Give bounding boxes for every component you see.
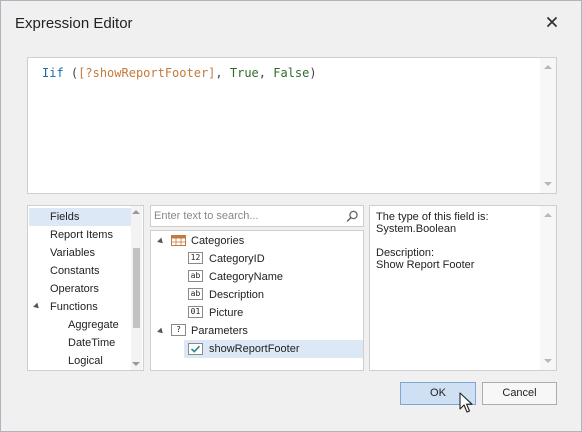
search-box: [150, 205, 364, 227]
search-icon[interactable]: [346, 210, 359, 223]
search-input[interactable]: [154, 208, 340, 224]
category-list: Fields Report Items Variables Constants …: [27, 205, 144, 371]
expression-code: Iif ([?showReportFooter], True, False): [42, 66, 317, 80]
description-text: The type of this field is: System.Boolea…: [376, 211, 489, 271]
string-type-icon: ab: [188, 288, 203, 300]
tree-node-categories[interactable]: Categories: [191, 232, 244, 250]
scroll-up-arrow-icon[interactable]: [544, 213, 552, 217]
token-true: True: [229, 66, 259, 80]
expression-editor-dialog: Expression Editor Iif ([?showReportFoote…: [0, 0, 582, 432]
category-list-scrollbar[interactable]: [131, 206, 142, 370]
token-comma: ,: [215, 66, 230, 80]
category-item-logical[interactable]: Logical: [29, 352, 103, 370]
token-open-paren: (: [63, 66, 79, 80]
category-item-datetime[interactable]: DateTime: [29, 334, 115, 352]
scroll-up-arrow-icon[interactable]: [132, 210, 140, 214]
category-item-aggregate[interactable]: Aggregate: [29, 316, 119, 334]
category-item-operators[interactable]: Operators: [29, 280, 99, 298]
integer-type-icon: 12: [188, 252, 203, 264]
field-tree: Categories 12 CategoryID ab CategoryName…: [150, 230, 364, 371]
scrollbar-thumb[interactable]: [133, 248, 140, 328]
tree-node-field[interactable]: Picture: [209, 304, 243, 322]
close-icon[interactable]: [543, 13, 561, 31]
tree-node-field[interactable]: CategoryName: [209, 268, 283, 286]
binary-type-icon: 01: [188, 306, 203, 318]
collapse-arrow-icon[interactable]: [157, 327, 165, 336]
editor-scrollbar[interactable]: [540, 58, 556, 193]
description-scrollbar[interactable]: [540, 206, 556, 370]
expression-text-area[interactable]: Iif ([?showReportFooter], True, False): [27, 57, 557, 194]
table-icon: [171, 235, 186, 246]
tree-node-parameter-selected[interactable]: showReportFooter: [184, 340, 363, 358]
check-icon: [188, 343, 203, 355]
token-false: False: [273, 66, 310, 80]
dialog-title: Expression Editor: [15, 15, 133, 32]
scroll-down-arrow-icon[interactable]: [544, 182, 552, 186]
parameter-label: showReportFooter: [209, 343, 300, 355]
mouse-cursor-icon: [459, 392, 473, 413]
cancel-button[interactable]: Cancel: [482, 382, 557, 405]
category-item-report-items[interactable]: Report Items: [29, 226, 113, 244]
token-iif: Iif: [42, 66, 64, 80]
title-bar: Expression Editor: [1, 1, 581, 45]
tree-node-parameters[interactable]: Parameters: [191, 322, 248, 340]
parameter-icon: ?: [171, 324, 186, 336]
token-close-paren: ): [309, 66, 317, 80]
token-field: [?showReportFooter]: [78, 66, 216, 80]
category-item-fields[interactable]: Fields: [29, 208, 132, 226]
token-comma: ,: [258, 66, 274, 80]
description-panel: The type of this field is: System.Boolea…: [369, 205, 557, 371]
scroll-down-arrow-icon[interactable]: [132, 362, 140, 366]
string-type-icon: ab: [188, 270, 203, 282]
scroll-up-arrow-icon[interactable]: [544, 65, 552, 69]
category-item-constants[interactable]: Constants: [29, 262, 100, 280]
category-item-functions[interactable]: Functions: [29, 298, 98, 316]
scroll-down-arrow-icon[interactable]: [544, 359, 552, 363]
collapse-arrow-icon[interactable]: [157, 237, 165, 246]
tree-node-field[interactable]: CategoryID: [209, 250, 265, 268]
tree-node-field[interactable]: Description: [209, 286, 264, 304]
category-item-variables[interactable]: Variables: [29, 244, 95, 262]
